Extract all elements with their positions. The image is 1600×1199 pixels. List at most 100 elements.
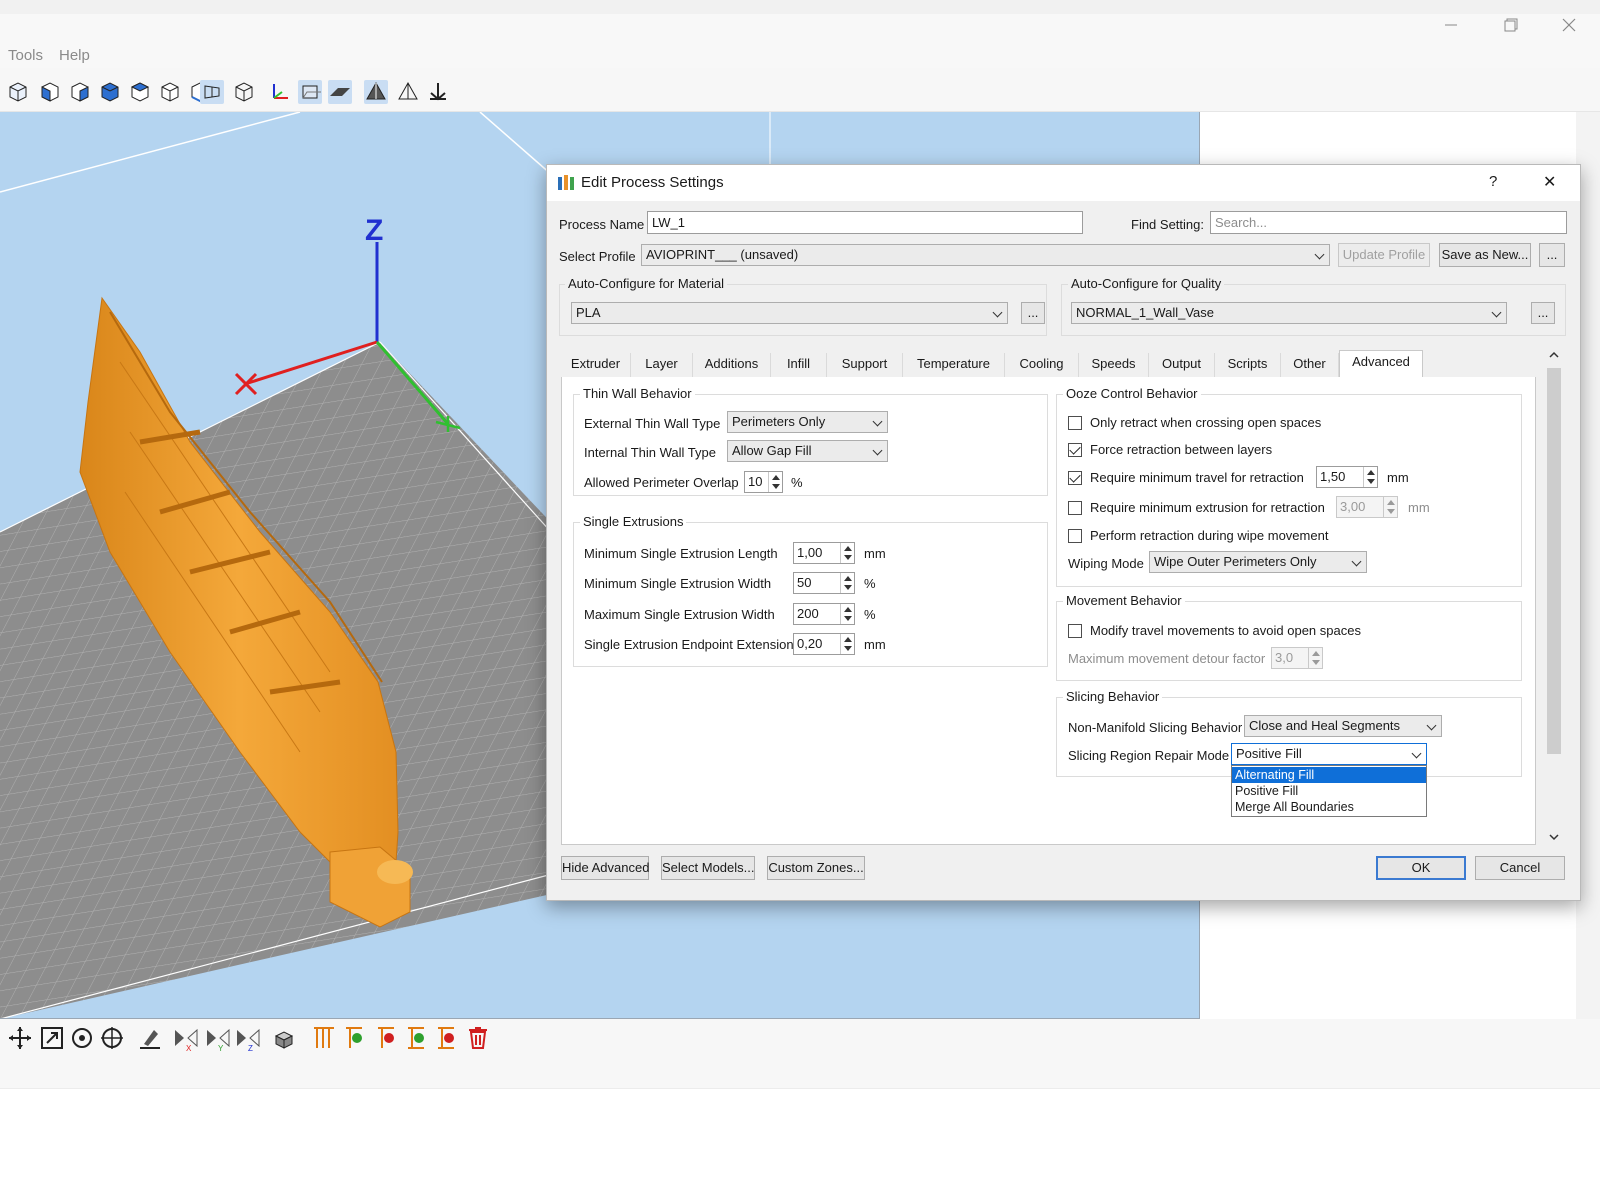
hide-advanced-button[interactable]: Hide Advanced [561, 856, 649, 880]
wipe-retraction-checkbox[interactable] [1068, 529, 1082, 543]
only-retract-checkbox[interactable] [1068, 416, 1082, 430]
min-extrusion-length-spinbox[interactable]: 1,00 [793, 542, 855, 564]
force-retraction-checkbox[interactable] [1068, 443, 1082, 457]
support-tool-button[interactable] [310, 1024, 338, 1052]
repair-mode-dropdown[interactable]: Positive Fill [1231, 743, 1427, 765]
tab-extruder[interactable]: Extruder [561, 353, 631, 377]
detour-factor-spinbox[interactable]: 3,0 [1271, 647, 1323, 669]
option-merge-all-boundaries[interactable]: Merge All Boundaries [1232, 799, 1426, 815]
tab-speeds[interactable]: Speeds [1079, 353, 1149, 377]
perimeter-overlap-spinbox[interactable]: 10 [744, 471, 783, 493]
add-support-button[interactable] [340, 1024, 368, 1052]
min-travel-checkbox[interactable] [1068, 471, 1082, 485]
endpoint-extension-spinbox[interactable]: 0,20 [793, 633, 855, 655]
show-build-volume-button[interactable] [298, 80, 322, 104]
scroll-thumb[interactable] [1547, 368, 1561, 754]
tab-infill[interactable]: Infill [771, 353, 827, 377]
window-close-button[interactable] [1546, 14, 1592, 44]
view-top-button[interactable] [158, 80, 182, 104]
remove-support-button[interactable] [372, 1024, 400, 1052]
orthographic-button[interactable] [232, 80, 256, 104]
material-dropdown[interactable]: PLA [571, 302, 1008, 324]
find-setting-input[interactable]: Search... [1210, 211, 1567, 234]
view-iso-button[interactable] [6, 80, 30, 104]
anchor-button[interactable] [426, 80, 450, 104]
cube-view-icon [9, 82, 27, 102]
scale-tool-button[interactable] [38, 1024, 66, 1052]
mirror-z-button[interactable]: Z [234, 1024, 262, 1053]
mirror-x-button[interactable]: X [172, 1024, 200, 1053]
section-view-button[interactable] [364, 80, 388, 104]
mirror-y-button[interactable]: Y [204, 1024, 232, 1053]
select-profile-dropdown[interactable]: AVIOPRINT___ (unsaved) [641, 244, 1330, 266]
ok-button[interactable]: OK [1376, 856, 1466, 880]
min-travel-spinbox[interactable]: 1,50 [1316, 466, 1378, 488]
tab-output[interactable]: Output [1149, 353, 1215, 377]
move-tool-button[interactable] [6, 1024, 34, 1052]
dialog-close-button[interactable]: ✕ [1543, 172, 1556, 192]
modify-travel-label: Modify travel movements to avoid open sp… [1090, 623, 1361, 638]
help-button[interactable]: ? [1489, 173, 1497, 190]
cube-top-icon [161, 82, 179, 102]
movement-group [1056, 601, 1522, 681]
tab-advanced[interactable]: Advanced [1339, 350, 1423, 378]
quality-value: NORMAL_1_Wall_Vase [1076, 305, 1214, 320]
maximize-button[interactable] [1488, 14, 1534, 44]
modify-travel-checkbox[interactable] [1068, 624, 1082, 638]
view-back-button[interactable] [68, 80, 92, 104]
single-extrusions-title: Single Extrusions [580, 514, 687, 529]
find-setting-label: Find Setting: [1131, 217, 1204, 232]
cancel-button[interactable]: Cancel [1475, 856, 1565, 880]
rotate-tool-button[interactable] [68, 1024, 96, 1052]
min-travel-value: 1,50 [1320, 469, 1346, 484]
mirror-x-icon: X [175, 1028, 198, 1053]
min-extrusion-spinbox[interactable]: 3,00 [1336, 496, 1398, 518]
save-as-new-button[interactable]: Save as New... [1439, 243, 1531, 267]
tab-support[interactable]: Support [827, 353, 903, 377]
center-tool-button[interactable] [98, 1024, 126, 1052]
remove-zone-button[interactable] [432, 1024, 460, 1052]
show-axes-button[interactable] [268, 80, 292, 104]
max-extrusion-width-spinbox[interactable]: 200 [793, 603, 855, 625]
add-zone-button[interactable] [402, 1024, 430, 1052]
material-more-button[interactable]: ... [1021, 302, 1045, 324]
view-left-button[interactable] [98, 80, 122, 104]
quality-dropdown[interactable]: NORMAL_1_Wall_Vase [1071, 302, 1507, 324]
process-name-input[interactable]: LW_1 [647, 211, 1083, 234]
menu-tools[interactable]: Tools [8, 47, 43, 64]
tab-additions[interactable]: Additions [693, 353, 771, 377]
max-extrusion-width-label: Maximum Single Extrusion Width [584, 607, 775, 622]
minimize-button[interactable] [1428, 14, 1474, 44]
tab-layer[interactable]: Layer [631, 353, 693, 377]
external-thin-wall-dropdown[interactable]: Perimeters Only [727, 411, 888, 433]
non-manifold-dropdown[interactable]: Close and Heal Segments [1244, 715, 1442, 737]
min-extrusion-width-spinbox[interactable]: 50 [793, 572, 855, 594]
tab-other[interactable]: Other [1281, 353, 1339, 377]
min-extrusion-length-label: Minimum Single Extrusion Length [584, 546, 778, 561]
internal-thin-wall-dropdown[interactable]: Allow Gap Fill [727, 440, 888, 462]
view-right-button[interactable] [128, 80, 152, 104]
scroll-down-icon[interactable] [1548, 831, 1560, 843]
tab-temperature[interactable]: Temperature [903, 353, 1005, 377]
profile-more-button[interactable]: ... [1539, 243, 1565, 267]
option-alternating-fill[interactable]: Alternating Fill [1232, 767, 1426, 783]
delete-button[interactable] [464, 1024, 492, 1052]
custom-zones-button[interactable]: Custom Zones... [767, 856, 865, 880]
tab-scripts[interactable]: Scripts [1215, 353, 1281, 377]
menu-help[interactable]: Help [59, 47, 90, 64]
scroll-up-icon[interactable] [1548, 349, 1560, 361]
min-travel-unit: mm [1387, 470, 1409, 485]
option-positive-fill[interactable]: Positive Fill [1232, 783, 1426, 799]
cross-section-button[interactable] [396, 80, 420, 104]
models-button[interactable] [272, 1024, 300, 1052]
select-models-button[interactable]: Select Models... [661, 856, 755, 880]
min-extrusion-checkbox[interactable] [1068, 501, 1082, 515]
show-bed-button[interactable] [328, 80, 352, 104]
quality-more-button[interactable]: ... [1531, 302, 1555, 324]
tab-cooling[interactable]: Cooling [1005, 353, 1079, 377]
view-front-button[interactable] [38, 80, 62, 104]
perspective-button[interactable] [200, 80, 224, 104]
wiping-mode-dropdown[interactable]: Wipe Outer Perimeters Only [1149, 551, 1367, 573]
update-profile-button[interactable]: Update Profile [1338, 243, 1430, 267]
lay-flat-button[interactable] [136, 1024, 164, 1052]
